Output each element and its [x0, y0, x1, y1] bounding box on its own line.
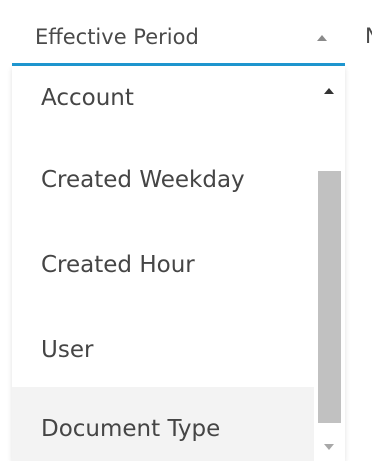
- scroll-up-button[interactable]: [320, 86, 338, 100]
- effective-period-select[interactable]: Effective Period: [12, 0, 345, 66]
- dropdown-scrollbar[interactable]: [314, 66, 345, 461]
- option-account[interactable]: Account: [12, 66, 314, 141]
- option-document-type[interactable]: Document Type: [12, 387, 314, 461]
- dropdown-menu: Account Created Weekday Created Hour Use…: [12, 66, 345, 461]
- scroll-down-button[interactable]: [320, 440, 338, 454]
- scroll-up-arrow-icon: [324, 88, 334, 94]
- adjacent-field-label: N: [365, 22, 372, 52]
- scroll-down-arrow-icon: [324, 444, 334, 450]
- chevron-up-icon[interactable]: [317, 35, 327, 41]
- scrollbar-thumb[interactable]: [318, 171, 341, 423]
- option-created-hour[interactable]: Created Hour: [12, 223, 314, 308]
- option-created-weekday[interactable]: Created Weekday: [12, 138, 314, 223]
- selected-value: Effective Period: [35, 25, 199, 49]
- dropdown-screen: Effective Period N Account Created Weekd…: [0, 0, 372, 461]
- option-user[interactable]: User: [12, 308, 314, 393]
